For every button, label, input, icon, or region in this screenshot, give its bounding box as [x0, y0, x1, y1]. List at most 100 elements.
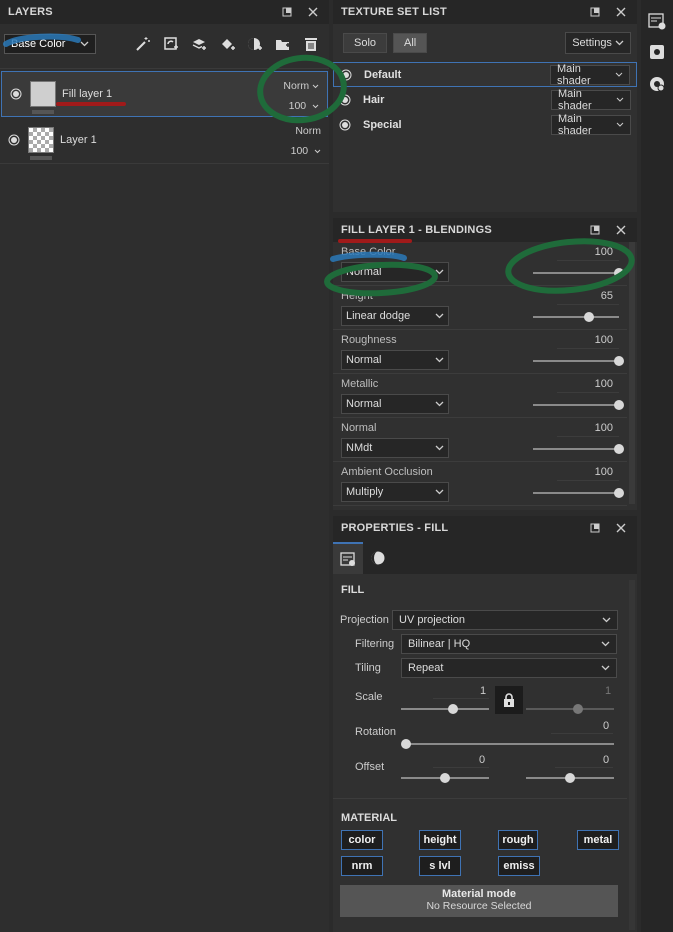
blend-mode-select[interactable]: Normal — [341, 394, 449, 414]
blending-channel-list: Base Color Normal 100 Height Linear dodge 65 R… — [333, 242, 637, 510]
filtering-label: Filtering — [355, 638, 395, 650]
shader-select[interactable]: Main shader — [550, 63, 630, 87]
blend-opacity-slider[interactable] — [533, 400, 624, 410]
texture-set-name: Hair — [363, 93, 385, 106]
offset-x-slider[interactable] — [401, 773, 489, 783]
blend-opacity-value: 100 — [594, 334, 613, 346]
radio-selected-icon[interactable] — [339, 119, 351, 131]
blending-row: Base Color Normal 100 — [333, 242, 627, 286]
blend-opacity-slider[interactable] — [533, 356, 624, 366]
texture-set-default[interactable]: Default Main shader — [333, 62, 637, 87]
properties-header: PROPERTIES - FILL — [333, 516, 637, 540]
maximize-icon[interactable] — [587, 222, 603, 238]
rotation-slider[interactable] — [401, 739, 614, 749]
texture-set-list-header: TEXTURE SET LIST — [333, 0, 637, 24]
properties-panel: PROPERTIES - FILL FILL Projection UV pro… — [333, 516, 637, 932]
offset-y-slider[interactable] — [526, 773, 614, 783]
radio-selected-icon[interactable] — [339, 94, 351, 106]
blend-mode-select[interactable]: NMdt — [341, 438, 449, 458]
tiling-label: Tiling — [355, 662, 381, 674]
material-chip-rough[interactable]: rough — [498, 830, 538, 850]
channel-select-label: Base Color — [11, 38, 66, 50]
shader-select[interactable]: Main shader — [551, 113, 631, 137]
blend-mode-select[interactable]: Multiply — [341, 482, 449, 502]
layer-item-layer-1[interactable]: Layer 1 Norm 100 — [0, 117, 329, 163]
display-settings-icon[interactable] — [647, 42, 667, 62]
blend-mode-select[interactable]: Normal — [341, 262, 449, 282]
blendings-title: FILL LAYER 1 - BLENDINGS — [341, 224, 492, 236]
maximize-icon[interactable] — [279, 4, 295, 20]
solo-button[interactable]: Solo — [343, 33, 388, 53]
layer-opacity[interactable]: 100 — [283, 96, 319, 116]
layers-toolbar: Base Color — [0, 24, 329, 64]
tab-material[interactable] — [363, 542, 393, 574]
blend-opacity-slider[interactable] — [533, 268, 624, 278]
blend-opacity-slider[interactable] — [533, 312, 619, 322]
chevron-down-icon — [601, 641, 610, 647]
all-button[interactable]: All — [393, 33, 428, 53]
close-icon[interactable] — [305, 4, 321, 20]
texture-set-hair[interactable]: Hair Main shader — [333, 87, 637, 112]
scale-slider[interactable] — [401, 704, 489, 714]
close-icon[interactable] — [613, 4, 629, 20]
projection-select[interactable]: UV projection — [392, 610, 618, 630]
radio-selected-icon[interactable] — [340, 69, 352, 81]
visibility-toggle-icon[interactable] — [0, 134, 28, 146]
blend-mode-select[interactable]: Linear dodge — [341, 306, 449, 326]
blend-opacity-value: 100 — [594, 378, 613, 390]
texture-set-special[interactable]: Special Main shader — [333, 112, 637, 137]
add-effect-icon[interactable] — [133, 34, 153, 54]
texture-set-name: Special — [363, 118, 402, 131]
blending-row: Normal NMdt 100 — [333, 418, 627, 462]
blendings-header: FILL LAYER 1 - BLENDINGS — [333, 218, 637, 242]
material-sphere-icon — [371, 551, 385, 565]
rotation-label: Rotation — [355, 726, 396, 738]
maximize-icon[interactable] — [587, 4, 603, 20]
visibility-toggle-icon[interactable] — [2, 88, 30, 100]
chevron-down-icon — [435, 489, 444, 495]
layer-blend-mode[interactable]: Norm — [291, 121, 321, 141]
scale-slider-locked — [526, 704, 614, 714]
material-chip-color[interactable]: color — [341, 830, 383, 850]
close-icon[interactable] — [613, 520, 629, 536]
settings-button[interactable]: Settings — [565, 32, 631, 54]
channel-select[interactable]: Base Color — [4, 34, 96, 54]
material-chip-height[interactable]: height — [419, 830, 461, 850]
material-chip-s-lvl[interactable]: s lvl — [419, 856, 461, 876]
material-chip-nrm[interactable]: nrm — [341, 856, 383, 876]
shader-settings-icon[interactable] — [647, 74, 667, 94]
blend-opacity-slider[interactable] — [533, 444, 624, 454]
material-mode-label: Material mode — [442, 888, 516, 900]
scale-lock-button[interactable] — [495, 686, 523, 714]
scrollbar[interactable] — [629, 580, 635, 930]
blend-mode-select[interactable]: Normal — [341, 350, 449, 370]
offset-label: Offset — [355, 761, 385, 773]
material-mode-button[interactable]: Material mode No Resource Selected — [340, 885, 618, 917]
material-resource-label: No Resource Selected — [426, 900, 532, 912]
add-mask-icon[interactable] — [161, 34, 181, 54]
tab-fill-settings[interactable] — [333, 542, 363, 574]
blend-opacity-value: 100 — [594, 422, 613, 434]
scale-value-locked: 1 — [605, 685, 612, 697]
material-chip-metal[interactable]: metal — [577, 830, 619, 850]
layer-blend-mode[interactable]: Norm — [283, 76, 319, 96]
blendings-panel: FILL LAYER 1 - BLENDINGS Base Color Norma… — [333, 218, 637, 510]
maximize-icon[interactable] — [587, 520, 603, 536]
tiling-select[interactable]: Repeat — [401, 658, 617, 678]
material-chip-emiss[interactable]: emiss — [498, 856, 540, 876]
shader-select[interactable]: Main shader — [551, 88, 631, 112]
layer-item-fill-layer-1[interactable]: Fill layer 1 Norm 100 — [1, 71, 328, 117]
add-fill-layer-icon[interactable] — [189, 34, 209, 54]
trash-icon[interactable] — [301, 34, 321, 54]
filtering-select[interactable]: Bilinear | HQ — [401, 634, 617, 654]
blend-opacity-slider[interactable] — [533, 488, 624, 498]
material-section-title: MATERIAL — [341, 812, 398, 824]
add-smart-material-icon[interactable] — [245, 34, 265, 54]
fill-bucket-icon[interactable] — [217, 34, 237, 54]
scrollbar[interactable] — [629, 242, 635, 504]
layer-opacity[interactable]: 100 — [291, 141, 321, 161]
add-folder-icon[interactable] — [273, 34, 293, 54]
close-icon[interactable] — [613, 222, 629, 238]
chevron-down-icon — [615, 40, 624, 46]
texture-set-settings-icon[interactable] — [647, 11, 667, 31]
